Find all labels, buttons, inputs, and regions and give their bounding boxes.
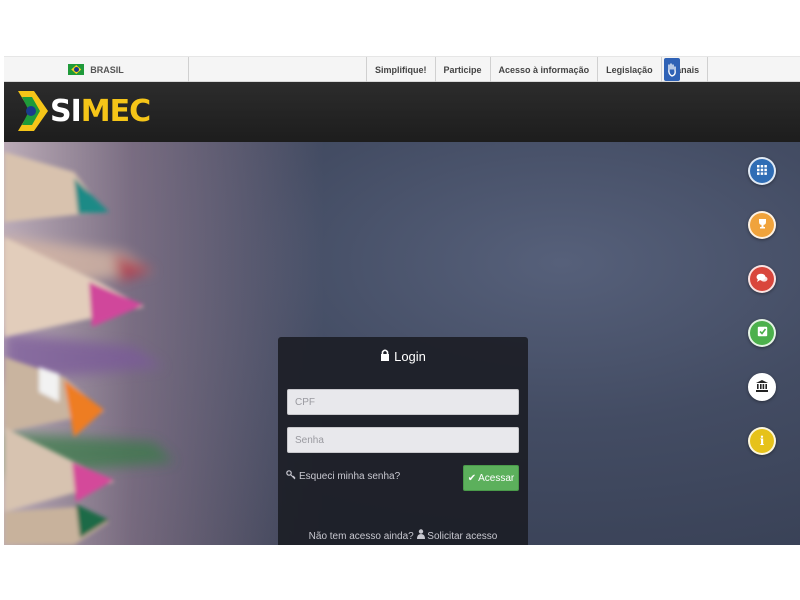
info-icon: i	[759, 434, 765, 448]
grid-icon	[757, 164, 767, 178]
gov-brasil-label: BRASIL	[90, 64, 124, 75]
login-panel: Login Esqueci minha senha? ✔ Acessar Não…	[278, 337, 528, 545]
bank-building-icon	[756, 379, 768, 395]
cpf-input[interactable]	[287, 389, 519, 415]
login-submit-button[interactable]: ✔ Acessar	[463, 465, 519, 491]
gov-link-legislacao[interactable]: Legislação	[597, 57, 661, 82]
site-header: SIMEC	[4, 82, 800, 142]
accessibility-hands-icon[interactable]	[664, 58, 680, 81]
gov-brasil-link[interactable]: BRASIL	[4, 57, 189, 82]
check-icon: ✔	[467, 472, 477, 484]
login-submit-label: Acessar	[478, 472, 515, 484]
gov-link-acesso-informacao[interactable]: Acesso à informação	[489, 57, 598, 82]
no-access-text: Não tem acesso ainda?	[308, 531, 414, 542]
request-access-row: Não tem acesso ainda? Solicitar acesso	[278, 529, 528, 542]
gov-link-simplifique[interactable]: Simplifique!	[366, 57, 435, 82]
trophy-button[interactable]	[748, 211, 776, 239]
hero-background: Login Esqueci minha senha? ✔ Acessar Não…	[4, 142, 800, 545]
login-title-text: Login	[394, 349, 426, 364]
checkbox-icon	[757, 326, 768, 340]
forgot-password-link[interactable]: Esqueci minha senha?	[286, 470, 400, 483]
gov-top-bar: BRASIL Simplifique! Participe Acesso à i…	[4, 56, 800, 82]
logo-prefix: SI	[50, 93, 82, 129]
institution-button[interactable]	[748, 373, 776, 401]
simec-logo-text: SIMEC	[50, 93, 151, 129]
pencils-illustration	[4, 152, 174, 545]
logo-suffix: MEC	[80, 93, 151, 129]
key-icon	[286, 470, 296, 483]
checklist-button[interactable]	[748, 319, 776, 347]
chat-bubbles-icon	[756, 272, 768, 286]
forgot-password-label: Esqueci minha senha?	[299, 471, 401, 482]
pencils-image	[4, 142, 324, 545]
browser-viewport: BRASIL Simplifique! Participe Acesso à i…	[4, 56, 800, 545]
simec-flag-chevron-icon	[18, 91, 48, 131]
gov-link-participe[interactable]: Participe	[434, 57, 490, 82]
brazil-flag-icon	[68, 64, 85, 75]
user-icon	[416, 529, 428, 542]
login-title: Login	[278, 349, 528, 364]
request-access-link[interactable]: Solicitar acesso	[416, 529, 498, 542]
gov-links: Simplifique! Participe Acesso à informaç…	[366, 57, 709, 82]
apps-grid-button[interactable]	[748, 157, 776, 185]
trophy-icon	[757, 218, 768, 232]
request-access-label: Solicitar acesso	[427, 531, 498, 542]
info-button[interactable]: i	[748, 427, 776, 455]
password-input[interactable]	[287, 427, 519, 453]
lock-icon	[380, 349, 390, 364]
chat-button[interactable]	[748, 265, 776, 293]
simec-logo[interactable]: SIMEC	[18, 91, 151, 131]
